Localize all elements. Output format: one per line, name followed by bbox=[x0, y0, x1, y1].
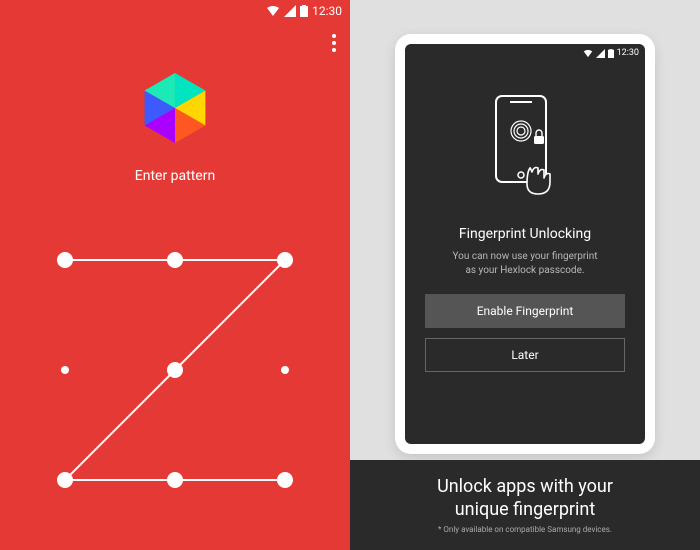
signal-icon bbox=[596, 49, 605, 58]
clock: 12:30 bbox=[312, 4, 342, 18]
promo-banner: Unlock apps with your unique fingerprint… bbox=[350, 460, 700, 550]
enable-fingerprint-button[interactable]: Enable Fingerprint bbox=[425, 294, 625, 328]
tablet-frame: 12:30 bbox=[395, 34, 655, 454]
fingerprint-title: Fingerprint Unlocking bbox=[459, 226, 591, 242]
fingerprint-subtitle: You can now use your fingerprint as your… bbox=[452, 250, 597, 278]
clock: 12:30 bbox=[617, 48, 639, 58]
tablet-status-bar: 12:30 bbox=[405, 44, 645, 62]
pattern-lock-screen: 12:30 Enter pattern bbox=[0, 0, 350, 550]
promo-heading: Unlock apps with your unique fingerprint bbox=[437, 476, 613, 521]
battery-icon bbox=[300, 5, 308, 17]
hexlock-logo bbox=[137, 70, 213, 146]
overflow-menu-button[interactable] bbox=[332, 34, 336, 52]
fingerprint-phone-illustration bbox=[480, 92, 570, 206]
status-bar: 12:30 bbox=[0, 0, 350, 22]
later-button[interactable]: Later bbox=[425, 338, 625, 372]
wifi-icon bbox=[583, 49, 593, 58]
fingerprint-promo-screen: 12:30 bbox=[350, 0, 700, 550]
wifi-icon bbox=[266, 5, 280, 17]
pattern-prompt: Enter pattern bbox=[0, 168, 350, 184]
pattern-input[interactable] bbox=[35, 230, 315, 510]
signal-icon bbox=[284, 5, 296, 17]
tablet-screen: 12:30 bbox=[405, 44, 645, 444]
fingerprint-icon bbox=[511, 121, 531, 141]
lock-icon bbox=[534, 136, 544, 144]
battery-icon bbox=[608, 49, 614, 58]
promo-footnote: * Only available on compatible Samsung d… bbox=[438, 525, 612, 534]
